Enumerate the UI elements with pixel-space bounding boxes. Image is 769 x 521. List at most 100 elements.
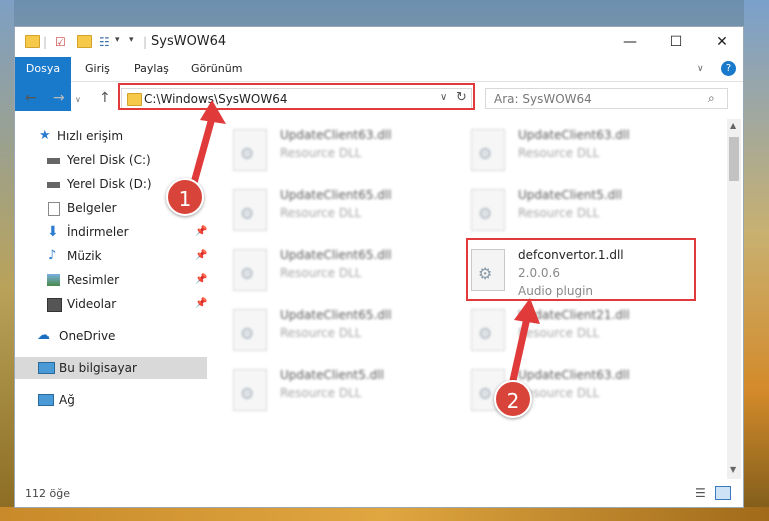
file-description: Resource DLL [280,386,362,400]
tab-view[interactable]: Görünüm [191,57,242,81]
separator: | [43,35,48,49]
nav-item-onedrive[interactable]: ☁ OneDrive [15,325,207,347]
file-description: Resource DLL [518,146,600,160]
separator: | [143,35,148,49]
folder-icon [25,35,40,48]
maximize-button[interactable]: ☐ [653,27,699,57]
file-name: UpdateClient65.dll [280,308,392,322]
status-bar: 112 öğe ☰ [15,481,743,507]
star-icon: ★ [39,128,51,143]
ribbon-expand-icon[interactable]: ∨ [697,57,704,81]
close-button[interactable]: ✕ [699,27,745,57]
back-arrow-icon[interactable]: ← [25,90,37,106]
pin-icon[interactable]: 📌 [195,221,207,243]
dll-file-icon: ⚙ [233,249,267,291]
desktop-wallpaper-right [744,0,769,521]
file-name: UpdateClient5.dll [518,188,622,202]
properties-icon[interactable]: ☑ [55,35,66,49]
forward-arrow-icon[interactable]: → [53,90,65,106]
file-item[interactable]: ⚙ UpdateClient63.dll Resource DLL [453,125,673,179]
file-name: UpdateClient65.dll [280,188,392,202]
scrollbar-thumb[interactable] [729,137,739,181]
file-item[interactable]: ⚙ UpdateClient65.dll Resource DLL [215,185,435,239]
pin-icon[interactable]: 📌 [195,293,207,315]
dll-file-icon: ⚙ [471,129,505,171]
scroll-down-icon[interactable]: ▼ [730,465,736,474]
download-arrow-icon: ⬇ [47,224,59,240]
customize-view-icon[interactable]: ☷ [99,35,110,49]
qat-dropdown-icon[interactable]: ▾ [129,35,134,49]
chevron-down-icon[interactable]: ▾ [115,35,120,49]
new-folder-icon[interactable] [77,35,92,48]
nav-item-videos[interactable]: Videolar 📌 [15,293,207,315]
search-box[interactable]: Ara: SysWOW64 ⌕ [485,88,728,109]
file-item[interactable]: ⚙ UpdateClient63.dll Resource DLL [453,365,673,419]
dll-file-icon: ⚙ [471,189,505,231]
pin-icon[interactable]: 📌 [195,245,207,267]
file-name: UpdateClient5.dll [280,368,384,382]
step-2-badge: 2 [494,380,532,418]
file-name: UpdateClient65.dll [280,248,392,262]
nav-item-disk-c[interactable]: Yerel Disk (C:) [15,149,207,171]
nav-item-this-pc[interactable]: Bu bilgisayar [15,357,207,379]
desktop-wallpaper-bottom [0,507,769,521]
picture-icon [47,274,60,286]
navigation-pane: ★ Hızlı erişim Yerel Disk (C:) Yerel Dis… [15,119,207,479]
dll-file-icon: ⚙ [233,309,267,351]
window-title: SysWOW64 [151,34,227,49]
file-name: UpdateClient63.dll [280,128,392,142]
file-description: Resource DLL [280,146,362,160]
details-view-icon[interactable]: ☰ [695,486,706,500]
file-description: Resource DLL [280,266,362,280]
file-description: Resource DLL [280,206,362,220]
file-name: UpdateClient63.dll [518,368,630,382]
scroll-up-icon[interactable]: ▲ [730,121,736,130]
desktop-wallpaper-left [0,0,14,521]
drive-icon [47,182,60,188]
search-placeholder: Ara: SysWOW64 [494,92,592,106]
nav-item-pictures[interactable]: Resimler 📌 [15,269,207,291]
item-count: 112 öğe [25,487,70,500]
file-highlight-box [466,238,696,301]
minimize-button[interactable]: — [607,27,653,57]
file-name: UpdateClient63.dll [518,128,630,142]
up-arrow-icon[interactable]: ↑ [99,90,111,106]
title-bar: | ☑ ☷ ▾ ▾ | SysWOW64 — ☐ ✕ [15,27,743,57]
film-icon [47,298,62,312]
file-item[interactable]: ⚙ UpdateClient63.dll Resource DLL [215,125,435,179]
nav-item-quick-access[interactable]: ★ Hızlı erişim [15,125,207,147]
ribbon-tabs: Dosya Giriş Paylaş Görünüm ∨ ? [15,57,743,111]
nav-item-downloads[interactable]: ⬇ İndirmeler 📌 [15,221,207,243]
dll-file-icon: ⚙ [471,309,505,351]
address-highlight-box [118,83,475,110]
file-item[interactable]: ⚙ UpdateClient65.dll Resource DLL [215,305,435,359]
vertical-scrollbar[interactable]: ▲ ▼ [727,119,741,479]
file-item[interactable]: ⚙ UpdateClient5.dll Resource DLL [215,365,435,419]
file-item[interactable]: ⚙ UpdateClient21.dll Resource DLL [453,305,673,359]
network-icon [38,394,54,406]
drive-icon [47,158,60,164]
file-item[interactable]: ⚙ UpdateClient5.dll Resource DLL [453,185,673,239]
tab-share[interactable]: Paylaş [134,57,169,81]
pin-icon[interactable]: 📌 [195,269,207,291]
search-icon[interactable]: ⌕ [708,91,715,106]
file-description: Resource DLL [518,326,600,340]
nav-item-music[interactable]: ♪ Müzik 📌 [15,245,207,267]
computer-icon [38,362,55,374]
dll-file-icon: ⚙ [233,369,267,411]
tab-home[interactable]: Giriş [85,57,110,81]
file-name: UpdateClient21.dll [518,308,630,322]
recent-locations-icon[interactable]: ∨ [75,95,81,104]
large-icons-view-icon[interactable] [715,486,731,500]
music-note-icon: ♪ [48,248,57,263]
document-icon [48,202,60,216]
help-icon[interactable]: ? [721,61,736,76]
file-description: Resource DLL [518,206,600,220]
nav-item-network[interactable]: Ağ [15,389,207,411]
step-1-badge: 1 [166,178,204,216]
file-description: Resource DLL [280,326,362,340]
dll-file-icon: ⚙ [233,189,267,231]
cloud-icon: ☁ [37,328,50,343]
dll-file-icon: ⚙ [233,129,267,171]
file-item[interactable]: ⚙ UpdateClient65.dll Resource DLL [215,245,435,299]
